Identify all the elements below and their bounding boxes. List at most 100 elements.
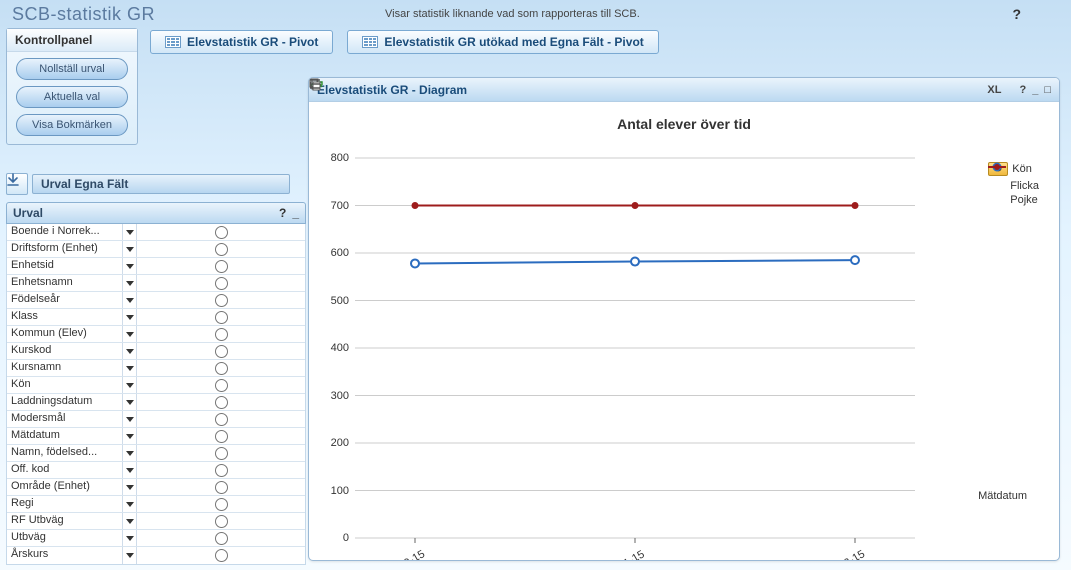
urval-field-label[interactable]: Klass [7, 309, 123, 325]
dropdown-arrow-icon[interactable] [123, 377, 137, 393]
x-axis-label: Mätdatum [978, 490, 1027, 502]
dropdown-arrow-icon[interactable] [123, 224, 137, 240]
urval-field-label[interactable]: Driftsform (Enhet) [7, 241, 123, 257]
export-xl-icon[interactable]: XL [987, 84, 1001, 96]
urval-minimize-icon[interactable]: _ [292, 206, 299, 220]
urval-radio[interactable] [137, 326, 305, 342]
urval-field-label[interactable]: Enhetsnamn [7, 275, 123, 291]
dropdown-arrow-icon[interactable] [123, 513, 137, 529]
urval-radio[interactable] [137, 530, 305, 546]
help-icon[interactable]: ? [1012, 6, 1021, 22]
download-icon[interactable] [6, 173, 28, 195]
urval-radio[interactable] [137, 496, 305, 512]
urval-egna-falt-button[interactable]: Urval Egna Fält [32, 174, 290, 194]
urval-help-icon[interactable]: ? [279, 206, 286, 220]
plot-area[interactable] [355, 158, 915, 538]
y-tick-label: 700 [317, 200, 349, 212]
urval-field-label[interactable]: Enhetsid [7, 258, 123, 274]
urval-row: Kurskod [7, 343, 305, 360]
chart-minimize-icon[interactable]: _ [1032, 84, 1038, 96]
urval-radio[interactable] [137, 241, 305, 257]
x-tick-label: 2011-12-15 [813, 548, 867, 561]
pivot-icon [165, 36, 181, 48]
chart-body: Antal elever över tid 010020030040050060… [309, 102, 1059, 561]
urval-radio[interactable] [137, 547, 305, 564]
urval-radio[interactable] [137, 309, 305, 325]
urval-field-label[interactable]: Off. kod [7, 462, 123, 478]
urval-panel-header: Urval ? _ [6, 202, 306, 224]
dropdown-arrow-icon[interactable] [123, 292, 137, 308]
y-tick-label: 400 [317, 342, 349, 354]
urval-radio[interactable] [137, 224, 305, 240]
urval-field-label[interactable]: Regi [7, 496, 123, 512]
urval-radio[interactable] [137, 275, 305, 291]
pivot-icon [362, 36, 378, 48]
urval-radio[interactable] [137, 258, 305, 274]
current-selections-button[interactable]: Aktuella val [16, 86, 128, 108]
urval-radio[interactable] [137, 479, 305, 495]
chart-help-icon[interactable]: ? [1019, 84, 1026, 96]
urval-field-label[interactable]: Kursnamn [7, 360, 123, 376]
urval-field-label[interactable]: Födelseår [7, 292, 123, 308]
dropdown-arrow-icon[interactable] [123, 462, 137, 478]
dropdown-arrow-icon[interactable] [123, 309, 137, 325]
dropdown-arrow-icon[interactable] [123, 360, 137, 376]
legend-title: Kön [1012, 163, 1032, 175]
urval-radio[interactable] [137, 428, 305, 444]
dropdown-arrow-icon[interactable] [123, 275, 137, 291]
reset-selection-button[interactable]: Nollställ urval [16, 58, 128, 80]
urval-field-label[interactable]: Utbväg [7, 530, 123, 546]
dropdown-arrow-icon[interactable] [123, 445, 137, 461]
urval-row: Enhetsid [7, 258, 305, 275]
dropdown-arrow-icon[interactable] [123, 258, 137, 274]
tab-elevstatistik-pivot[interactable]: Elevstatistik GR - Pivot [150, 30, 333, 54]
sheet-tabs: Elevstatistik GR - Pivot Elevstatistik G… [150, 30, 659, 54]
urval-row: Födelseår [7, 292, 305, 309]
urval-row: Utbväg [7, 530, 305, 547]
urval-field-label[interactable]: Laddningsdatum [7, 394, 123, 410]
urval-field-label[interactable]: Mätdatum [7, 428, 123, 444]
urval-radio[interactable] [137, 343, 305, 359]
chart-maximize-icon[interactable]: □ [1044, 84, 1051, 96]
legend-item-flicka[interactable]: Flicka [988, 180, 1039, 192]
urval-field-label[interactable]: Namn, födelsed... [7, 445, 123, 461]
urval-radio[interactable] [137, 445, 305, 461]
urval-radio[interactable] [137, 360, 305, 376]
urval-field-label[interactable]: RF Utbväg [7, 513, 123, 529]
urval-field-label[interactable]: Kön [7, 377, 123, 393]
urval-field-label[interactable]: Kommun (Elev) [7, 326, 123, 342]
urval-field-label[interactable]: Modersmål [7, 411, 123, 427]
dropdown-arrow-icon[interactable] [123, 530, 137, 546]
dropdown-arrow-icon[interactable] [123, 326, 137, 342]
urval-radio[interactable] [137, 292, 305, 308]
control-panel: Kontrollpanel Nollställ urval Aktuella v… [6, 28, 138, 145]
show-bookmarks-button[interactable]: Visa Bokmärken [16, 114, 128, 136]
urval-field-label[interactable]: Årskurs [7, 547, 123, 564]
urval-field-label[interactable]: Område (Enhet) [7, 479, 123, 495]
dropdown-arrow-icon[interactable] [123, 343, 137, 359]
dropdown-arrow-icon[interactable] [123, 241, 137, 257]
urval-row: Regi [7, 496, 305, 513]
urval-row: Off. kod [7, 462, 305, 479]
dropdown-arrow-icon[interactable] [123, 428, 137, 444]
urval-row: Namn, födelsed... [7, 445, 305, 462]
legend-item-pojke[interactable]: Pojke [988, 194, 1039, 206]
urval-radio[interactable] [137, 462, 305, 478]
urval-egna-falt-bar: Urval Egna Fält [6, 173, 290, 195]
y-tick-label: 0 [317, 532, 349, 544]
urval-radio[interactable] [137, 394, 305, 410]
dropdown-arrow-icon[interactable] [123, 547, 137, 564]
dropdown-arrow-icon[interactable] [123, 479, 137, 495]
tab-elevstatistik-egna-pivot[interactable]: Elevstatistik GR utökad med Egna Fält - … [347, 30, 658, 54]
x-tick-label: 2011-10-15 [373, 548, 427, 561]
dropdown-arrow-icon[interactable] [123, 496, 137, 512]
urval-field-label[interactable]: Kurskod [7, 343, 123, 359]
urval-radio[interactable] [137, 377, 305, 393]
urval-field-label[interactable]: Boende i Norrek... [7, 224, 123, 240]
urval-row: Driftsform (Enhet) [7, 241, 305, 258]
urval-radio[interactable] [137, 513, 305, 529]
urval-radio[interactable] [137, 411, 305, 427]
dropdown-arrow-icon[interactable] [123, 394, 137, 410]
urval-row: Klass [7, 309, 305, 326]
dropdown-arrow-icon[interactable] [123, 411, 137, 427]
